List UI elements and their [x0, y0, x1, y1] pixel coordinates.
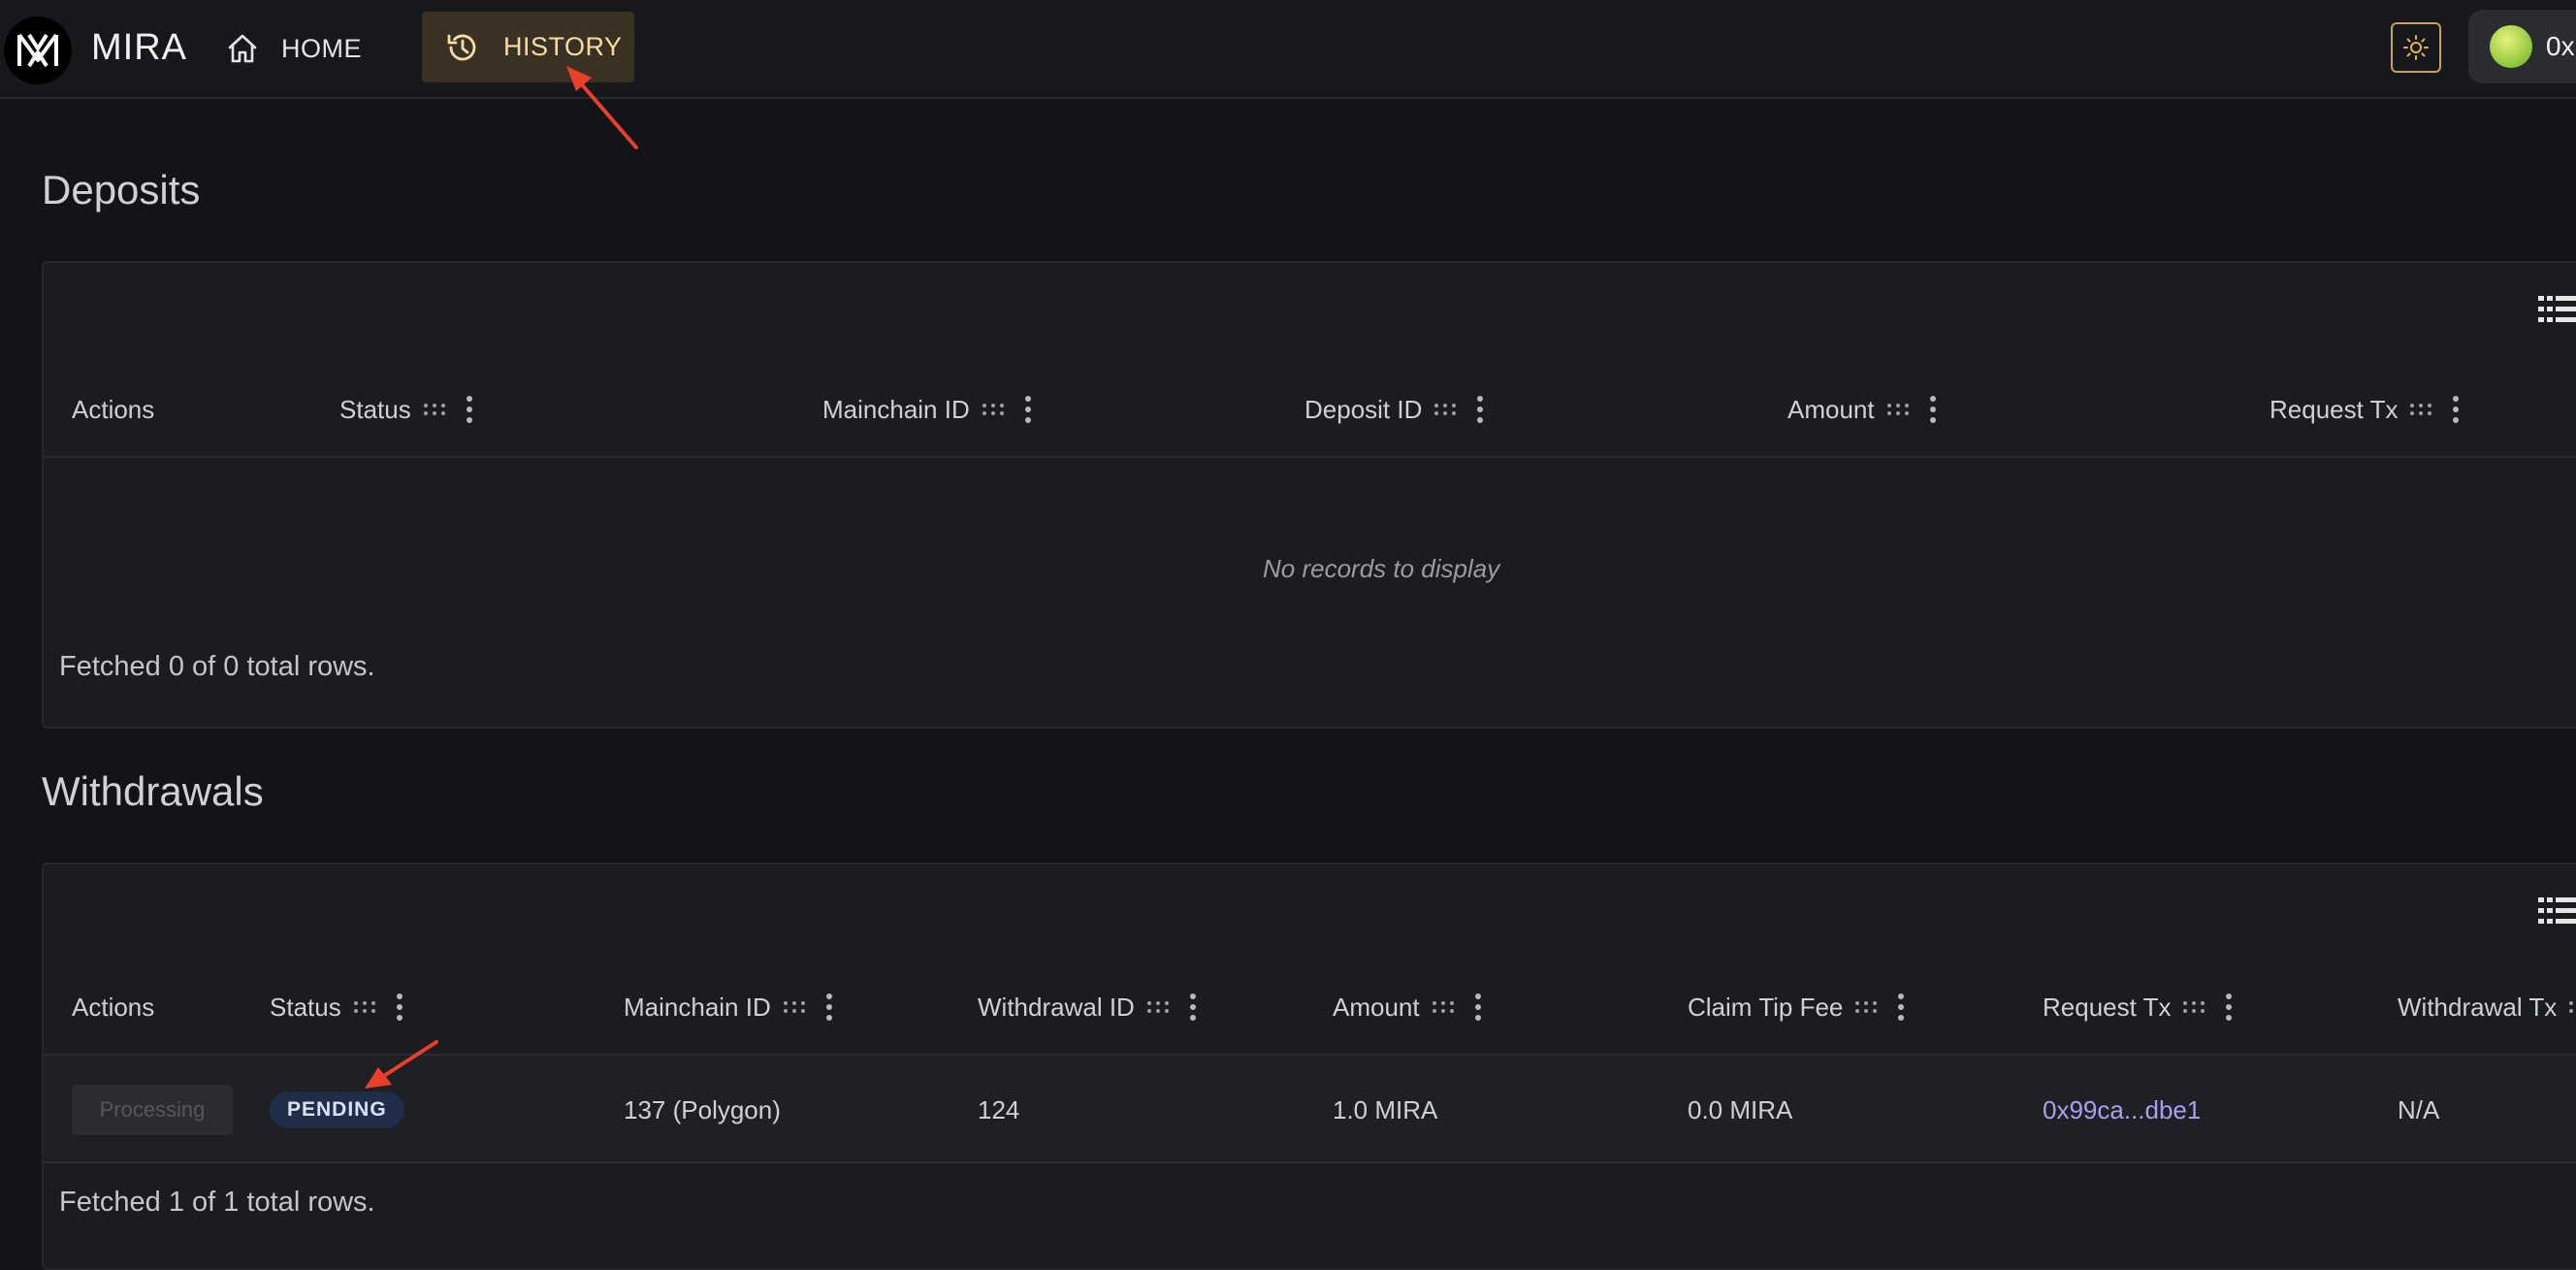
wallet-address: 0x: [2546, 31, 2575, 61]
history-icon: [447, 34, 476, 60]
cell-amount: 1.0 MIRA: [1333, 1094, 1438, 1124]
column-header-label: Mainchain ID: [822, 394, 970, 424]
home-icon: [228, 34, 257, 63]
drag-grip-icon[interactable]: [1146, 1000, 1170, 1014]
deposits-table-header: Actions Status Mainchain ID Deposit ID A…: [44, 361, 2576, 458]
cell-claim-tip-fee: 0.0 MIRA: [1688, 1094, 1793, 1124]
drag-grip-icon[interactable]: [1854, 1000, 1878, 1014]
column-header-amount[interactable]: Amount: [1787, 361, 1937, 458]
column-header-withdrawal-tx[interactable]: Withdrawal Tx: [2398, 959, 2576, 1056]
column-header-actions: Actions: [72, 959, 154, 1056]
column-header-label: Mainchain ID: [624, 992, 771, 1022]
column-header-label: Actions: [72, 394, 155, 424]
drag-grip-icon[interactable]: [353, 1000, 376, 1014]
deposits-table: Actions Status Mainchain ID Deposit ID A…: [42, 261, 2576, 729]
column-header-request-tx[interactable]: Request Tx: [2043, 959, 2233, 1056]
drag-grip-icon[interactable]: [1886, 403, 1910, 416]
column-menu-icon[interactable]: [1189, 993, 1197, 1022]
nav-home-label: HOME: [281, 33, 362, 63]
column-header-mainchain-id[interactable]: Mainchain ID: [624, 959, 833, 1056]
column-header-actions: Actions: [72, 361, 154, 458]
sun-icon: [2403, 35, 2429, 60]
drag-grip-icon[interactable]: [2409, 403, 2432, 416]
column-menu-icon[interactable]: [1897, 993, 1905, 1022]
column-header-label: Request Tx: [2270, 394, 2399, 424]
column-menu-icon[interactable]: [1929, 395, 1937, 424]
column-header-mainchain-id[interactable]: Mainchain ID: [822, 361, 1032, 458]
column-header-label: Deposit ID: [1304, 394, 1423, 424]
column-menu-icon[interactable]: [1476, 395, 1484, 424]
column-menu-icon[interactable]: [1024, 395, 1032, 424]
withdrawals-title: Withdrawals: [42, 768, 264, 814]
column-menu-icon[interactable]: [466, 395, 473, 424]
withdrawals-row-count: Fetched 1 of 1 total rows.: [59, 1187, 375, 1218]
column-menu-icon[interactable]: [396, 993, 403, 1022]
cell-withdrawal-tx: N/A: [2398, 1094, 2440, 1124]
cell-withdrawal-id: 124: [978, 1094, 1020, 1124]
empty-state-message: No records to display: [1263, 554, 1500, 583]
cell-mainchain-id: 137 (Polygon): [624, 1094, 781, 1124]
column-header-amount[interactable]: Amount: [1333, 959, 1482, 1056]
deposits-row-count: Fetched 0 of 0 total rows.: [59, 651, 375, 682]
column-menu-icon[interactable]: [825, 993, 833, 1022]
columns-icon[interactable]: [2538, 294, 2576, 325]
column-header-label: Withdrawal Tx: [2398, 992, 2558, 1022]
processing-button[interactable]: Processing: [72, 1085, 233, 1135]
annotation-arrow-pending: [365, 1040, 438, 1089]
column-header-label: Withdrawal ID: [978, 992, 1135, 1022]
column-menu-icon[interactable]: [2225, 993, 2233, 1022]
drag-grip-icon[interactable]: [2568, 1000, 2576, 1014]
column-header-label: Amount: [1787, 394, 1875, 424]
column-header-deposit-id[interactable]: Deposit ID: [1304, 361, 1484, 458]
cell-action: Processing: [72, 1057, 233, 1163]
mira-logo-icon[interactable]: [4, 16, 72, 84]
nav-home[interactable]: HOME: [225, 21, 362, 76]
columns-icon[interactable]: [2538, 896, 2576, 927]
column-header-label: Status: [270, 992, 341, 1022]
column-header-label: Actions: [72, 992, 155, 1022]
drag-grip-icon[interactable]: [1433, 403, 1457, 416]
wallet-button[interactable]: 0x: [2468, 10, 2576, 83]
column-header-label: Status: [339, 394, 411, 424]
drag-grip-icon[interactable]: [1432, 1000, 1455, 1014]
theme-toggle-button[interactable]: [2391, 22, 2441, 73]
column-header-status[interactable]: Status: [339, 361, 473, 458]
deposits-title: Deposits: [42, 167, 201, 212]
drag-grip-icon[interactable]: [783, 1000, 806, 1014]
avatar: [2490, 25, 2532, 68]
drag-grip-icon[interactable]: [423, 403, 446, 416]
app-title: MIRA: [91, 27, 187, 68]
column-header-claim-tip-fee[interactable]: Claim Tip Fee: [1688, 959, 1905, 1056]
column-menu-icon[interactable]: [1474, 993, 1482, 1022]
column-header-label: Claim Tip Fee: [1688, 992, 1844, 1022]
drag-grip-icon[interactable]: [2182, 1000, 2206, 1014]
column-menu-icon[interactable]: [2452, 395, 2460, 424]
annotation-arrow-history: [566, 66, 638, 149]
column-header-request-tx[interactable]: Request Tx: [2270, 361, 2460, 458]
status-badge: PENDING: [270, 1091, 404, 1128]
column-header-label: Amount: [1333, 992, 1420, 1022]
column-header-withdrawal-id[interactable]: Withdrawal ID: [978, 959, 1197, 1056]
column-header-label: Request Tx: [2043, 992, 2172, 1022]
top-bar: MIRA HOME HISTORY 0x: [0, 0, 2576, 99]
drag-grip-icon[interactable]: [982, 403, 1005, 416]
request-tx-link[interactable]: 0x99ca...dbe1: [2043, 1057, 2201, 1163]
